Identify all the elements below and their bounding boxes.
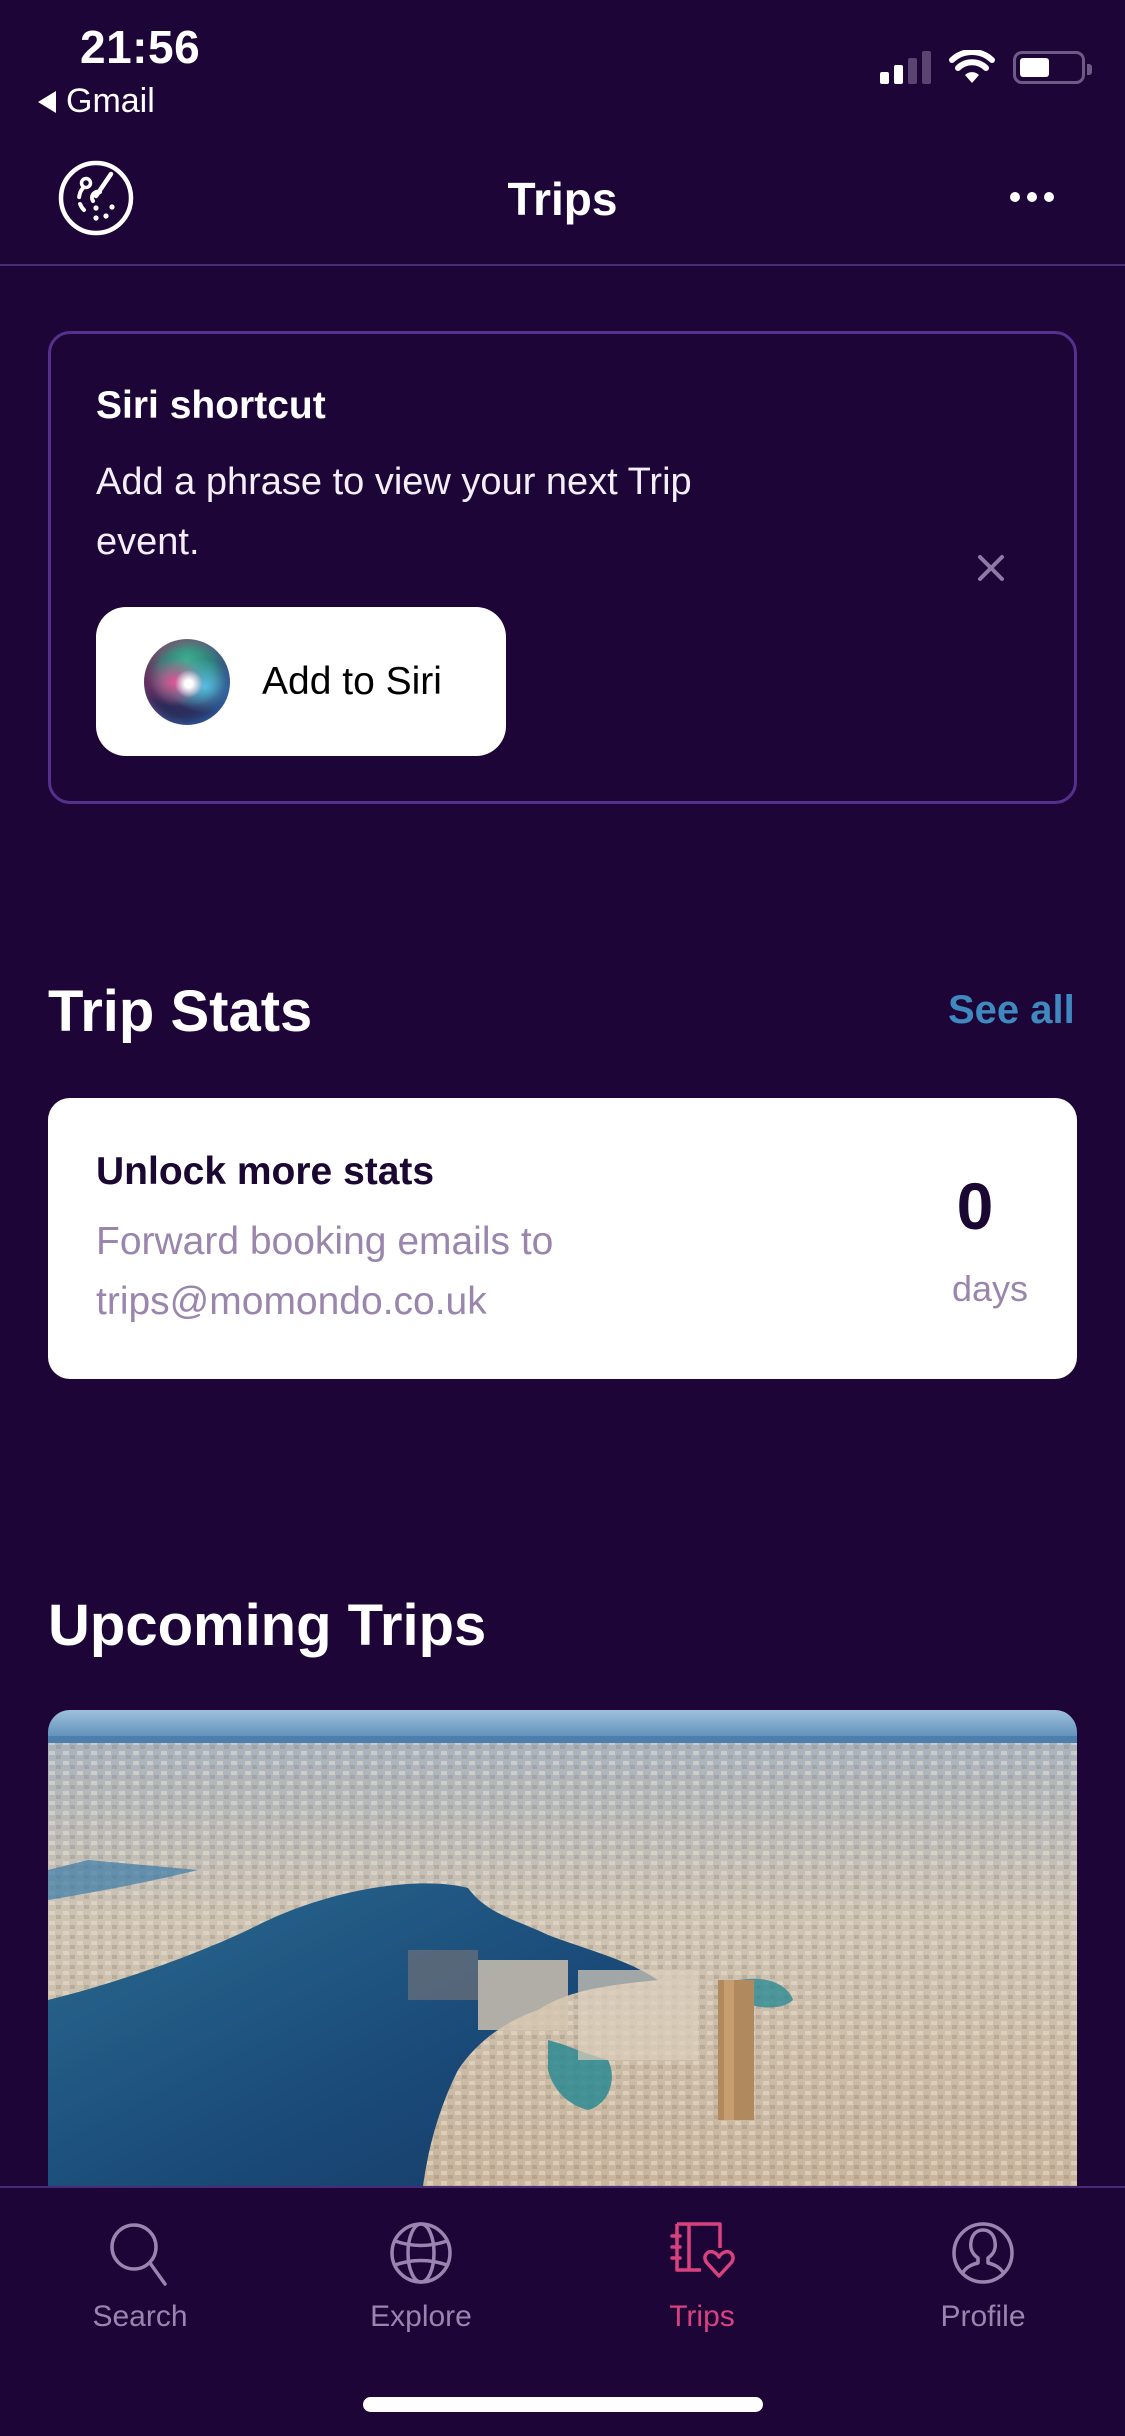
tab-profile-label: Profile [940,2300,1026,2333]
stats-days-unit: days [952,1268,1029,1309]
battery-fill [1020,58,1049,77]
battery-icon [1013,51,1092,84]
globe-icon [390,2222,452,2284]
aerial-city-photo-image [48,1710,1077,2186]
more-options-button[interactable] [1010,182,1070,212]
see-all-link[interactable]: See all [948,988,1075,1033]
siri-card-close-button[interactable] [972,549,1010,587]
home-indicator[interactable] [363,2397,763,2412]
tab-search[interactable]: Search [40,2218,240,2334]
siri-orb-icon [144,638,230,725]
trips-notebook-heart-icon [670,2222,735,2278]
stats-card-description: Forward booking emails to trips@momondo.… [96,1220,554,1323]
more-dot-icon [1010,192,1020,202]
back-to-app-link[interactable]: Gmail [38,82,155,121]
siri-card-description: Add a phrase to view your next Trip even… [96,461,692,563]
stats-card-heading: Unlock more stats [96,1150,435,1193]
search-icon [110,2223,167,2286]
add-to-siri-label: Add to Siri [262,659,442,703]
tab-explore-label: Explore [370,2300,472,2333]
more-dot-icon [1044,192,1054,202]
header-divider [0,264,1125,266]
status-time: 21:56 [80,21,201,73]
close-icon [978,555,1004,581]
tab-trips-label: Trips [669,2300,735,2333]
wifi-icon [949,50,995,83]
cellular-signal-icon [880,51,931,84]
siri-card-title: Siri shortcut [96,384,326,427]
stats-days-value: 0 [956,1169,994,1243]
upcoming-trip-photo[interactable] [48,1710,1077,2186]
tab-explore[interactable]: Explore [321,2218,521,2334]
profile-icon [952,2222,1014,2284]
page-title: Trips [507,173,618,225]
tab-trips[interactable]: Trips [602,2218,802,2334]
add-to-siri-button[interactable]: Add to Siri [96,607,506,756]
back-app-label: Gmail [66,82,155,120]
trip-stats-heading: Trip Stats [48,979,313,1044]
back-triangle-icon [38,90,56,113]
upcoming-trips-heading: Upcoming Trips [48,1593,487,1658]
more-dot-icon [1027,192,1037,202]
tab-profile[interactable]: Profile [883,2218,1083,2334]
tab-search-label: Search [92,2300,188,2333]
status-indicators [880,50,1092,84]
